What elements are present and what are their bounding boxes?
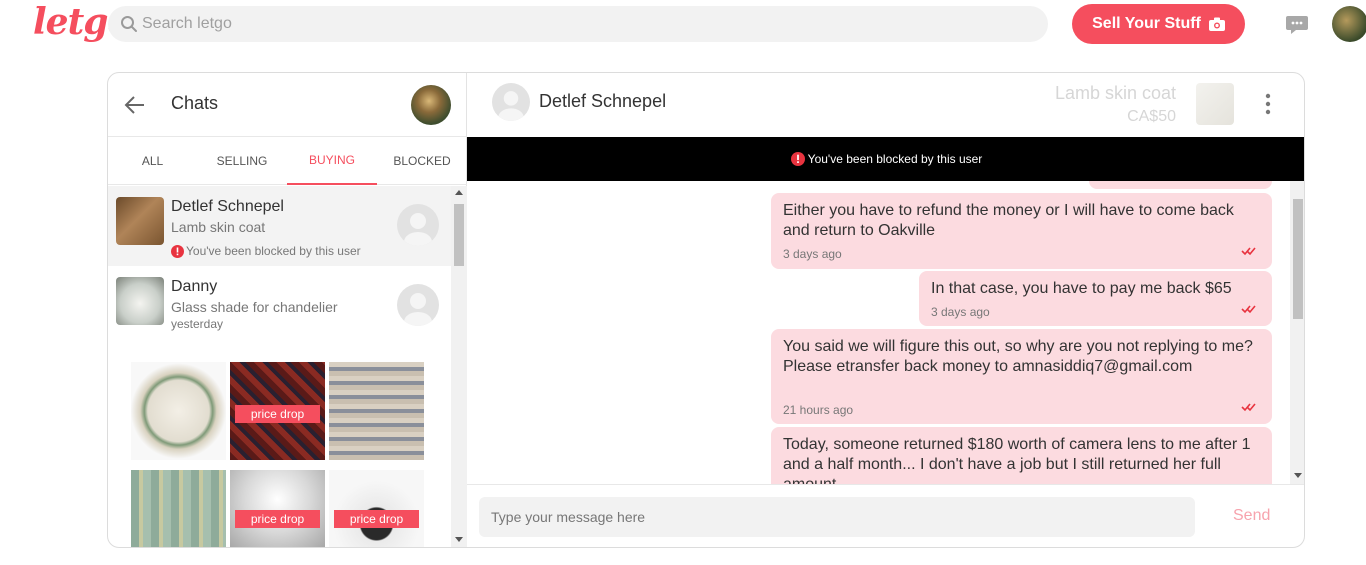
conversation-panel: Detlef Schnepel Lamb skin coat CA$50 You… [467, 73, 1304, 547]
user-avatar[interactable] [1332, 6, 1366, 42]
contact-avatar [397, 284, 439, 326]
price-drop-tag: price drop [235, 510, 320, 528]
message-bubble: In that case, you have to pay me back $6… [919, 271, 1272, 326]
conversation-list-scrollbar[interactable] [451, 186, 467, 547]
ad-product-image[interactable] [131, 470, 226, 547]
my-avatar[interactable] [411, 85, 451, 125]
conversation-name: Danny [171, 278, 218, 295]
price-drop-tag: price drop [235, 405, 320, 423]
chat-card: Chats ALL SELLING BUYING BLOCKED Detlef … [107, 72, 1305, 548]
more-options-icon[interactable] [1265, 93, 1271, 115]
conversation-item[interactable]: Detlef Schnepel Lamb skin coat You've be… [108, 186, 451, 266]
message-text: Today, someone returned $180 worth of ca… [783, 436, 1251, 484]
product-thumbnail[interactable] [1196, 83, 1234, 125]
message-list-scrollbar[interactable] [1290, 181, 1304, 484]
conversation-name: Detlef Schnepel [171, 198, 284, 215]
message-bubble [1089, 181, 1272, 189]
message-time: 3 days ago [783, 247, 842, 261]
message-bubble: Either you have to refund the money or I… [771, 193, 1272, 269]
alert-icon [171, 244, 184, 258]
sell-button-label: Sell Your Stuff [1092, 15, 1201, 32]
message-bubble: Today, someone returned $180 worth of ca… [771, 427, 1272, 484]
conversation-status: You've been blocked by this user [171, 244, 361, 258]
search-icon [121, 16, 137, 32]
tab-selling[interactable]: SELLING [197, 137, 287, 185]
message-time: 21 hours ago [783, 403, 854, 417]
search-input[interactable] [142, 6, 1022, 42]
contact-avatar[interactable] [492, 83, 530, 121]
top-bar: letgo Sell Your Stuff [0, 0, 1366, 48]
message-text: Either you have to refund the money or I… [783, 202, 1234, 239]
blocked-banner: You've been blocked by this user [467, 137, 1304, 181]
conversation-item[interactable]: Danny Glass shade for chandelier yesterd… [108, 266, 451, 346]
ad-product-image[interactable]: price drop [230, 470, 325, 547]
message-bubble: You said we will figure this out, so why… [771, 329, 1272, 424]
message-text: You said we will figure this out, so why… [783, 338, 1253, 375]
price-drop-tag: price drop [334, 510, 419, 528]
messages-icon[interactable] [1285, 14, 1309, 36]
tab-all[interactable]: ALL [108, 137, 197, 185]
message-time: 3 days ago [931, 305, 990, 319]
message-text: In that case, you have to pay me back $6… [931, 280, 1232, 297]
product-title[interactable]: Lamb skin coat [1055, 83, 1176, 104]
send-button[interactable]: Send [1233, 507, 1270, 525]
conversation-item-title: Lamb skin coat [171, 219, 266, 235]
message-input[interactable] [479, 497, 1195, 537]
sell-your-stuff-button[interactable]: Sell Your Stuff [1072, 4, 1245, 44]
scrollbar-thumb[interactable] [1293, 199, 1303, 319]
blocked-status-text: You've been blocked by this user [186, 244, 361, 258]
conversation-time: yesterday [171, 317, 224, 331]
chats-header: Chats [108, 73, 467, 137]
conversation-list: Detlef Schnepel Lamb skin coat You've be… [108, 186, 467, 547]
person-icon [498, 91, 524, 121]
alert-icon [790, 152, 805, 166]
read-receipt-icon [1241, 247, 1256, 256]
back-arrow-icon[interactable] [124, 95, 146, 115]
contact-name: Detlef Schnepel [539, 91, 667, 111]
scrollbar-thumb[interactable] [454, 204, 464, 266]
conversation-item-title: Glass shade for chandelier [171, 299, 338, 315]
chat-tabs: ALL SELLING BUYING BLOCKED [108, 137, 467, 185]
message-composer: Send [467, 484, 1304, 547]
read-receipt-icon [1241, 305, 1256, 314]
tab-blocked[interactable]: BLOCKED [377, 137, 467, 185]
ad-banner[interactable]: ▷ ✕ price drop price drop price drop [131, 362, 431, 547]
scroll-down-icon[interactable] [455, 537, 463, 542]
blocked-banner-text: You've been blocked by this user [807, 152, 983, 166]
tab-buying[interactable]: BUYING [287, 137, 377, 185]
chats-title: Chats [171, 93, 219, 113]
read-receipt-icon [1241, 403, 1256, 412]
ad-product-image[interactable]: price drop [329, 470, 424, 547]
ad-product-image[interactable] [131, 362, 226, 460]
chats-panel: Chats ALL SELLING BUYING BLOCKED Detlef … [108, 73, 467, 547]
ad-product-image[interactable] [329, 362, 424, 460]
item-thumbnail [116, 197, 164, 245]
message-list: Either you have to refund the money or I… [467, 181, 1290, 484]
contact-avatar [397, 204, 439, 246]
search-bar[interactable] [108, 6, 1048, 42]
person-icon [404, 293, 432, 326]
ad-product-image[interactable]: price drop [230, 362, 325, 460]
product-price: CA$50 [1127, 108, 1176, 125]
conversation-header: Detlef Schnepel Lamb skin coat CA$50 [467, 73, 1304, 137]
camera-icon [1208, 17, 1225, 31]
scroll-up-icon[interactable] [455, 190, 463, 195]
person-icon [404, 213, 432, 246]
item-thumbnail [116, 277, 164, 325]
scroll-down-icon[interactable] [1294, 473, 1302, 478]
